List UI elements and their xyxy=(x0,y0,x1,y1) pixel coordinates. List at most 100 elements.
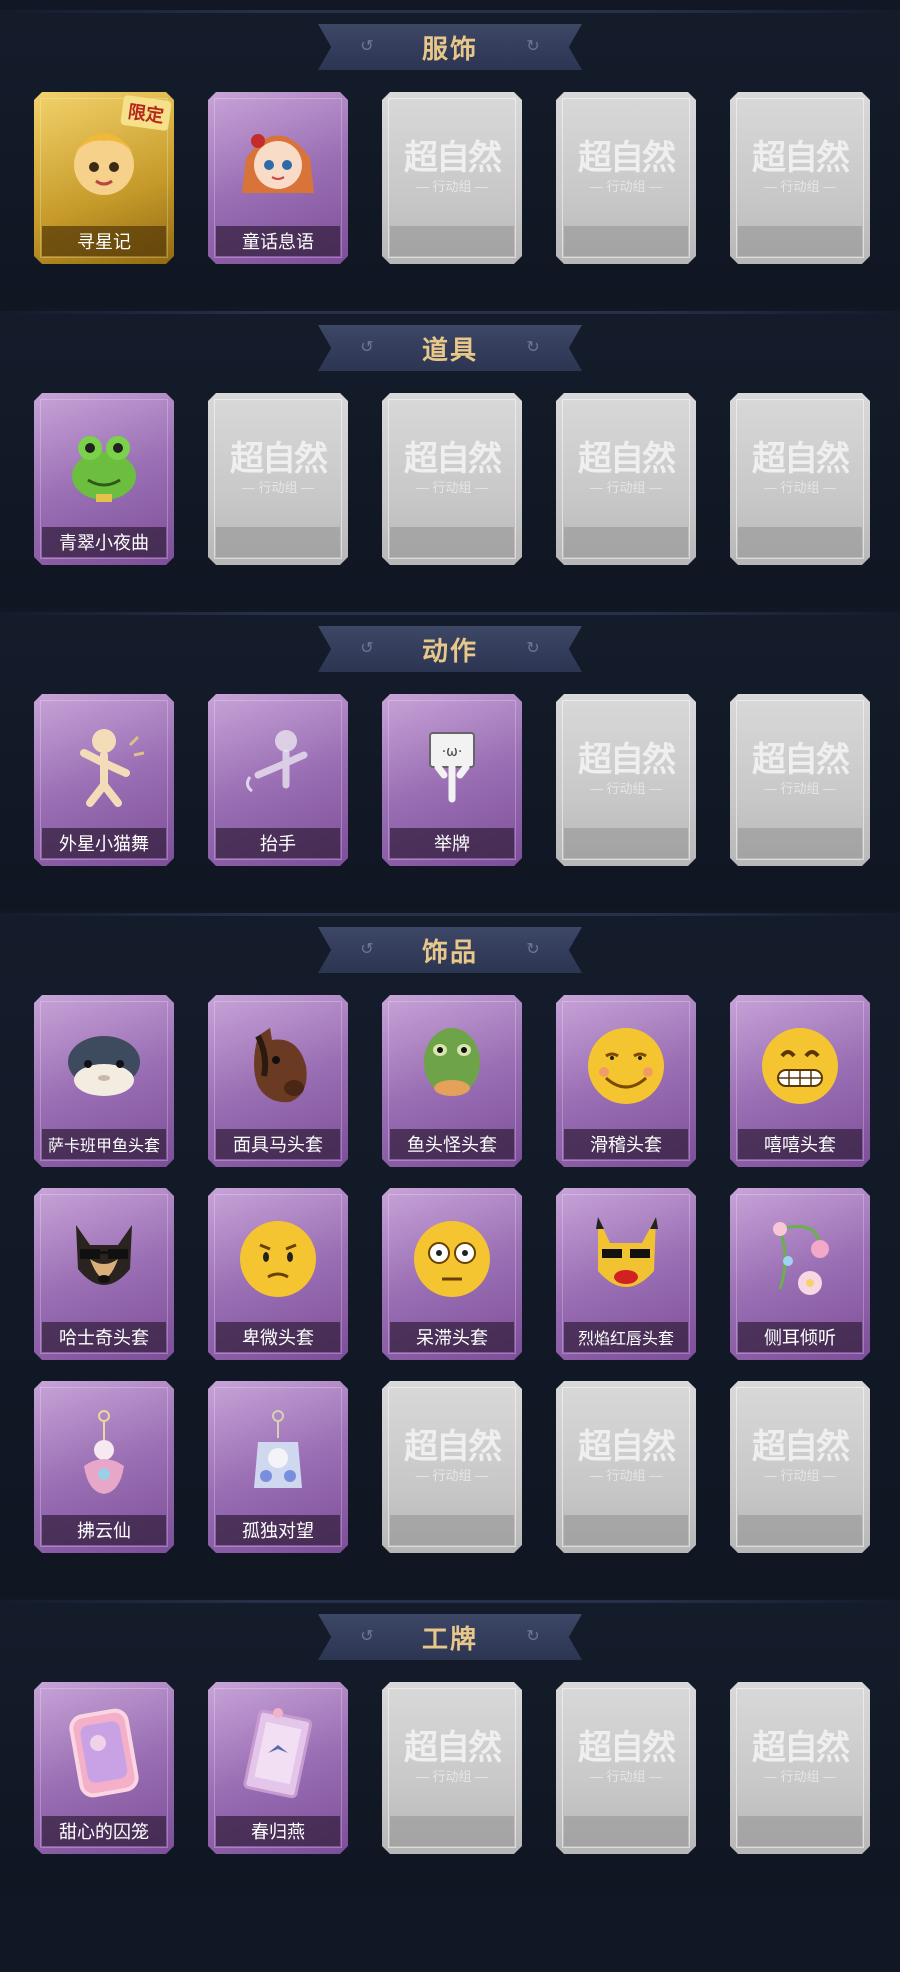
item-name: 童话息语 xyxy=(242,232,314,252)
card-label-bar: 烈焰红唇头套 xyxy=(564,1322,688,1352)
item-name: 卑微头套 xyxy=(242,1328,314,1348)
swirl-ornament-icon: ↺ xyxy=(360,339,374,356)
locked-watermark-title: 超自然 xyxy=(752,1728,848,1768)
item-name: 烈焰红唇头套 xyxy=(577,1331,674,1348)
locked-item-card[interactable]: 超自然 — 行动组 — xyxy=(556,1381,696,1553)
section-banner: ↺ 工牌 ↻ xyxy=(318,1614,582,1660)
card-label-bar: 哈士奇头套 xyxy=(42,1322,166,1352)
item-card[interactable]: 鱼头怪头套 xyxy=(382,995,522,1167)
locked-item-card[interactable]: 超自然 — 行动组 — xyxy=(730,1682,870,1854)
locked-watermark-title: 超自然 xyxy=(752,138,848,178)
locked-watermark-subtitle: — 行动组 — xyxy=(415,480,489,495)
locked-item-card[interactable]: 超自然 — 行动组 — xyxy=(556,694,696,866)
card-label-bar xyxy=(390,226,514,256)
locked-watermark-subtitle: — 行动组 — xyxy=(415,1468,489,1483)
item-card[interactable]: 面具马头套 xyxy=(208,995,348,1167)
swirl-ornament-icon: ↻ xyxy=(526,640,540,657)
locked-watermark-subtitle: — 行动组 — xyxy=(763,480,837,495)
swirl-ornament-icon: ↺ xyxy=(360,941,374,958)
card-label-bar: 童话息语 xyxy=(216,226,340,256)
locked-item-card[interactable]: 超自然 — 行动组 — xyxy=(556,92,696,264)
card-label-bar: 鱼头怪头套 xyxy=(390,1129,514,1159)
card-label-bar: 呆滞头套 xyxy=(390,1322,514,1352)
locked-item-card[interactable]: 超自然 — 行动组 — xyxy=(382,1381,522,1553)
locked-item-card[interactable]: 超自然 — 行动组 — xyxy=(208,393,348,565)
item-name: 面具马头套 xyxy=(233,1135,323,1155)
svg-text:·ω·: ·ω· xyxy=(442,744,463,760)
grin-smiley-icon xyxy=(750,1011,850,1121)
card-label-bar: 春归燕 xyxy=(216,1816,340,1846)
item-name: 嘻嘻头套 xyxy=(764,1135,836,1155)
item-card[interactable]: 外星小猫舞 xyxy=(34,694,174,866)
cloud-fairy-charm-icon xyxy=(54,1397,154,1507)
locked-watermark-title: 超自然 xyxy=(404,138,500,178)
item-card[interactable]: 哈士奇头套 xyxy=(34,1188,174,1360)
item-card[interactable]: 呆滞头套 xyxy=(382,1188,522,1360)
card-label-bar: 抬手 xyxy=(216,828,340,858)
locked-item-card[interactable]: 超自然 — 行动组 — xyxy=(556,1682,696,1854)
flower-earring-icon xyxy=(750,1204,850,1314)
locked-watermark-subtitle: — 行动组 — xyxy=(763,179,837,194)
swirl-ornament-icon: ↻ xyxy=(526,339,540,356)
swirl-ornament-icon: ↺ xyxy=(360,640,374,657)
item-name: 萨卡班甲鱼头套 xyxy=(47,1138,160,1155)
card-label-bar xyxy=(564,828,688,858)
item-name: 滑稽头套 xyxy=(590,1135,662,1155)
locked-item-card[interactable]: 超自然 — 行动组 — xyxy=(382,1682,522,1854)
card-label-bar xyxy=(216,527,340,557)
card-label-bar: 面具马头套 xyxy=(216,1129,340,1159)
locked-watermark-title: 超自然 xyxy=(578,1728,674,1768)
locked-watermark-subtitle: — 行动组 — xyxy=(763,781,837,796)
locked-item-card[interactable]: 超自然 — 行动组 — xyxy=(382,393,522,565)
item-card[interactable]: 甜心的囚笼 xyxy=(34,1682,174,1854)
locked-item-card[interactable]: 超自然 — 行动组 — xyxy=(730,694,870,866)
item-card[interactable]: 童话息语 xyxy=(208,92,348,264)
locked-watermark-title: 超自然 xyxy=(578,439,674,479)
item-card[interactable]: 萨卡班甲鱼头套 xyxy=(34,995,174,1167)
locked-watermark-title: 超自然 xyxy=(404,439,500,479)
section-title: 工牌 xyxy=(421,1623,478,1654)
card-label-bar xyxy=(738,828,862,858)
item-name: 抬手 xyxy=(260,834,296,854)
item-name: 外星小猫舞 xyxy=(59,834,149,854)
locked-watermark-subtitle: — 行动组 — xyxy=(589,480,663,495)
card-label-bar: 举牌 xyxy=(390,828,514,858)
card-label-bar: 嘻嘻头套 xyxy=(738,1129,862,1159)
card-label-bar: 萨卡班甲鱼头套 xyxy=(42,1129,166,1159)
section-banner: ↺ 动作 ↻ xyxy=(318,626,582,672)
card-label-bar: 孤独对望 xyxy=(216,1515,340,1545)
item-card[interactable]: 青翠小夜曲 xyxy=(34,393,174,565)
item-name: 青翠小夜曲 xyxy=(59,533,149,553)
locked-item-card[interactable]: 超自然 — 行动组 — xyxy=(556,393,696,565)
item-card[interactable]: 限定寻星记 xyxy=(34,92,174,264)
locked-item-card[interactable]: 超自然 — 行动组 — xyxy=(730,1381,870,1553)
item-card[interactable]: 春归燕 xyxy=(208,1682,348,1854)
item-name: 呆滞头套 xyxy=(416,1328,488,1348)
item-card[interactable]: 侧耳倾听 xyxy=(730,1188,870,1360)
locked-watermark-title: 超自然 xyxy=(578,138,674,178)
limited-badge: 限定 xyxy=(120,95,172,131)
locked-watermark-subtitle: — 行动组 — xyxy=(415,179,489,194)
item-name: 举牌 xyxy=(434,834,470,854)
item-card[interactable]: ·ω· 举牌 xyxy=(382,694,522,866)
item-card[interactable]: 拂云仙 xyxy=(34,1381,174,1553)
card-label-bar xyxy=(738,527,862,557)
dazed-smiley-icon xyxy=(402,1204,502,1314)
section-title: 服饰 xyxy=(421,33,478,64)
item-card[interactable]: 烈焰红唇头套 xyxy=(556,1188,696,1360)
locked-item-card[interactable]: 超自然 — 行动组 — xyxy=(730,92,870,264)
locked-watermark-subtitle: — 行动组 — xyxy=(589,1769,663,1784)
fish-monster-head-icon xyxy=(402,1011,502,1121)
hold-sign-icon: ·ω· xyxy=(402,710,502,820)
item-card[interactable]: 嘻嘻头套 xyxy=(730,995,870,1167)
locked-item-card[interactable]: 超自然 — 行动组 — xyxy=(730,393,870,565)
locked-watermark-subtitle: — 行动组 — xyxy=(763,1468,837,1483)
locked-item-card[interactable]: 超自然 — 行动组 — xyxy=(382,92,522,264)
lonely-gaze-charm-icon xyxy=(228,1397,328,1507)
item-name: 寻星记 xyxy=(77,232,131,252)
card-label-bar: 外星小猫舞 xyxy=(42,828,166,858)
item-card[interactable]: 孤独对望 xyxy=(208,1381,348,1553)
item-card[interactable]: 卑微头套 xyxy=(208,1188,348,1360)
item-card[interactable]: 抬手 xyxy=(208,694,348,866)
item-card[interactable]: 滑稽头套 xyxy=(556,995,696,1167)
